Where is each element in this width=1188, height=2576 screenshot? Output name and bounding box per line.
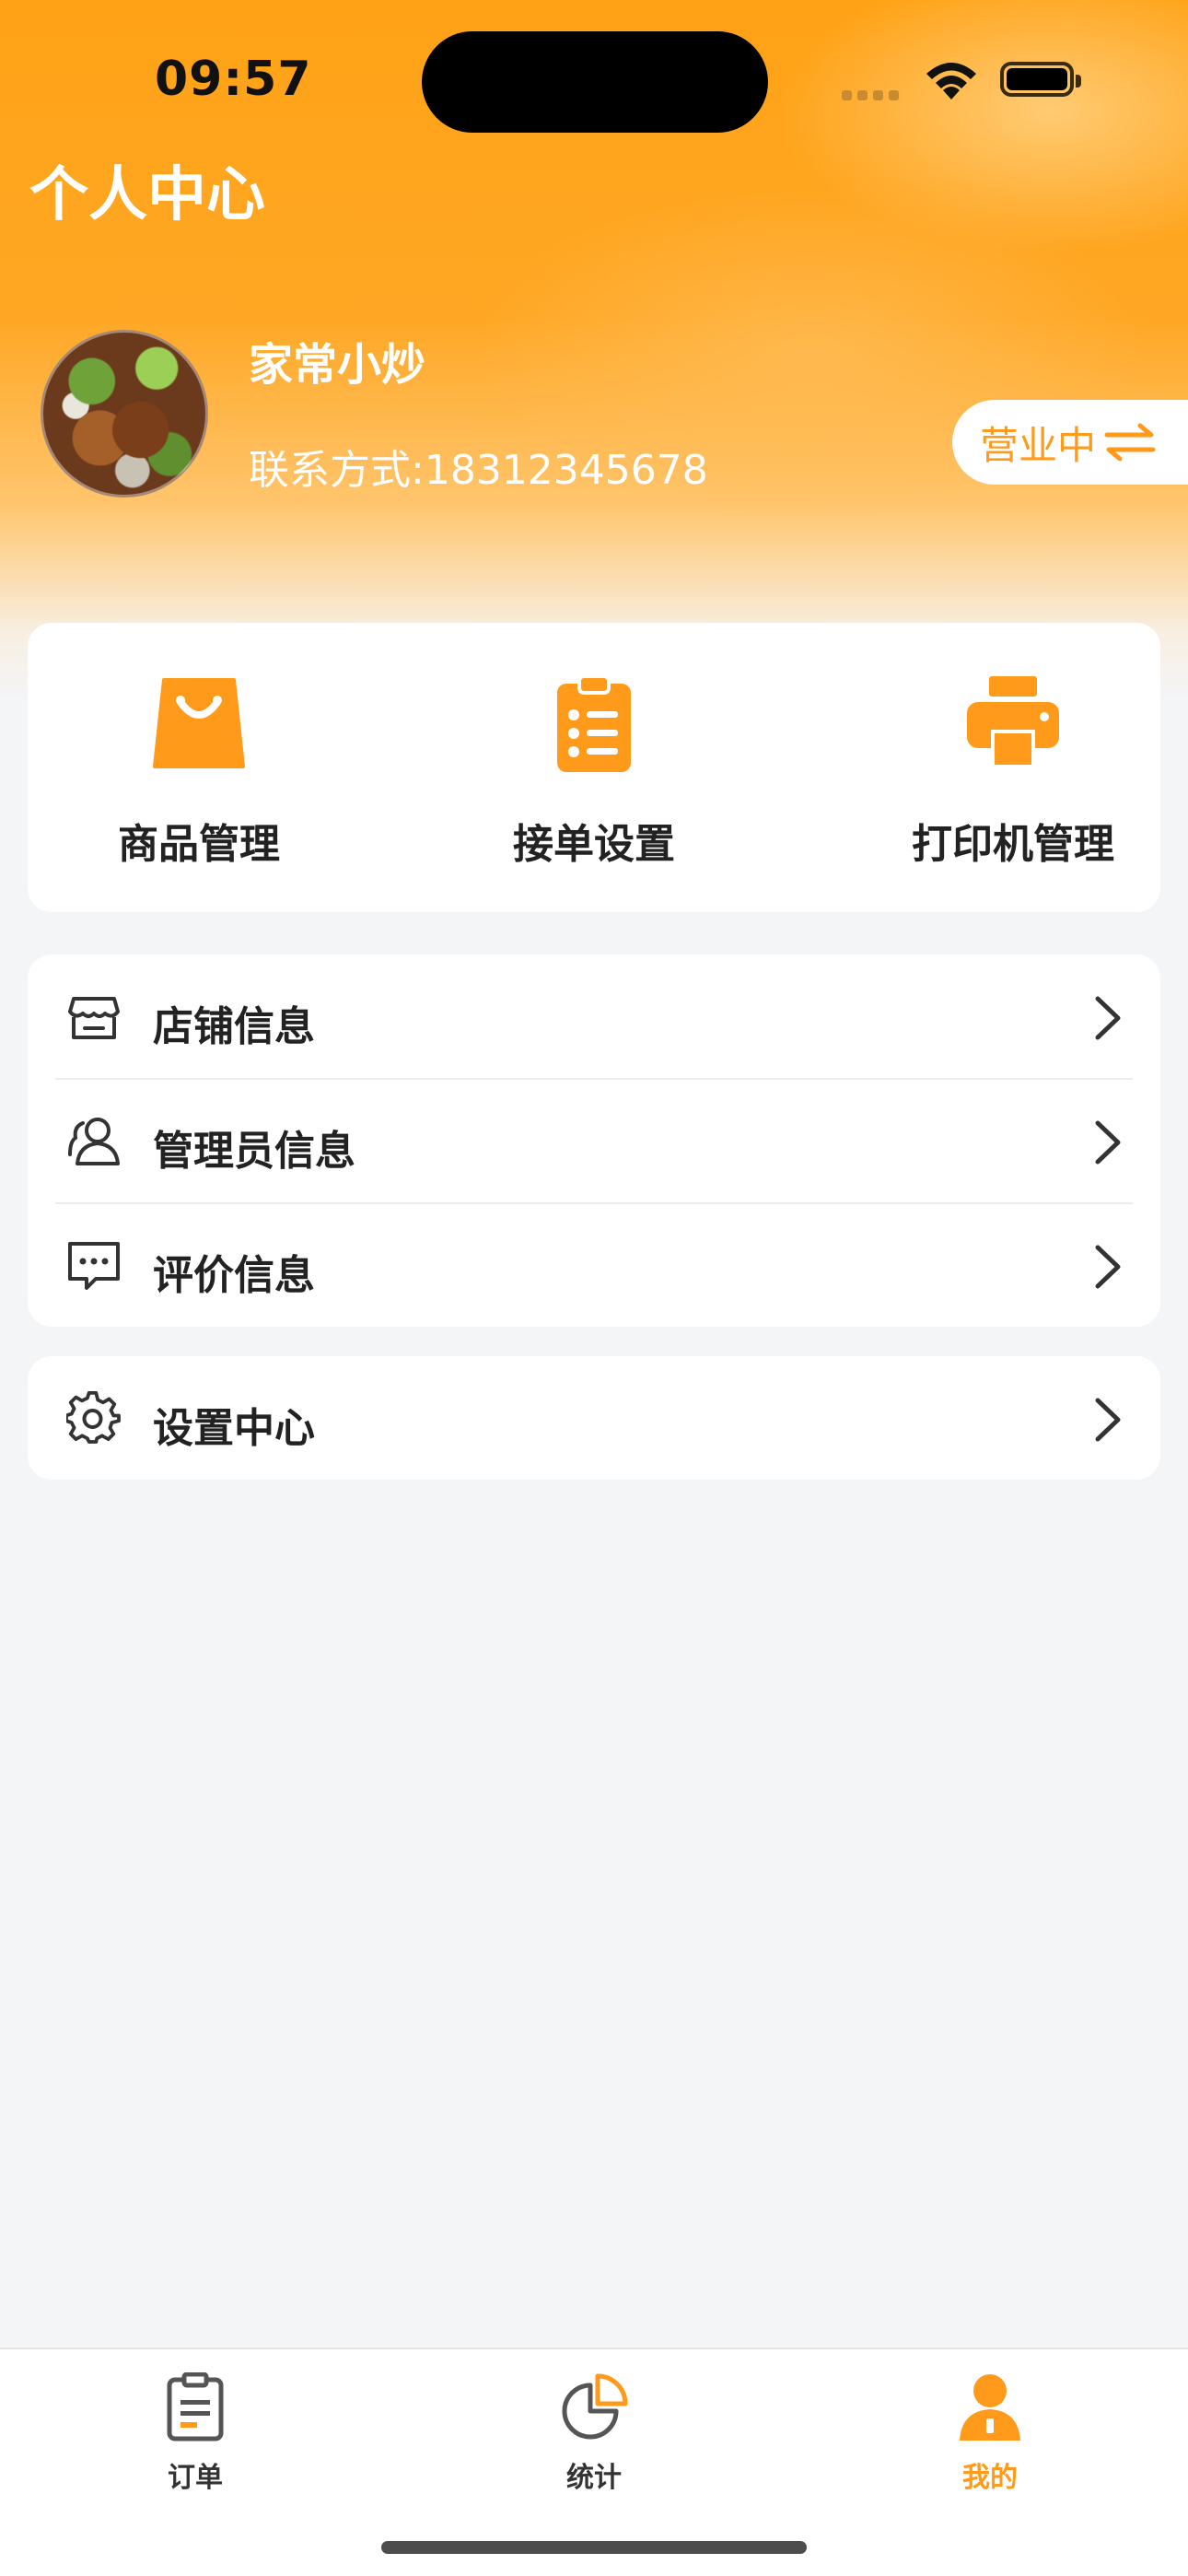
menu-item-admin-info[interactable]: 管理员信息	[28, 1079, 1160, 1202]
wifi-icon	[923, 59, 980, 107]
quick-action-label: 打印机管理	[912, 821, 1114, 868]
status-time: 09:57	[155, 52, 312, 107]
quick-action-label: 商品管理	[118, 821, 280, 868]
store-icon	[68, 997, 120, 1039]
cellular-signal-icon	[842, 87, 904, 104]
business-status-label: 营业中	[980, 422, 1097, 468]
menu-item-settings-center[interactable]: 设置中心	[28, 1356, 1160, 1480]
battery-icon	[1000, 62, 1081, 97]
tab-orders[interactable]: 订单	[122, 2370, 269, 2495]
tab-label: 我的	[962, 2462, 1018, 2494]
menu-item-label: 店铺信息	[153, 1003, 315, 1050]
menu-list-card: 店铺信息 管理员信息 评价信息	[28, 954, 1160, 1327]
quick-action-order-settings[interactable]: 接单设置	[447, 674, 741, 870]
shop-contact: 联系方式:18312345678	[249, 447, 708, 494]
settings-card: 设置中心	[28, 1356, 1160, 1480]
menu-item-label: 设置中心	[153, 1405, 315, 1452]
order-clipboard-icon	[167, 2372, 224, 2441]
tab-label: 订单	[168, 2462, 223, 2494]
menu-item-label: 管理员信息	[153, 1128, 355, 1175]
printer-icon	[967, 676, 1059, 768]
quick-action-product-management[interactable]: 商品管理	[52, 674, 346, 870]
person-icon	[960, 2374, 1020, 2441]
quick-action-label: 接单设置	[513, 821, 675, 868]
clipboard-list-icon	[557, 674, 631, 772]
tab-statistics[interactable]: 统计	[520, 2370, 668, 2495]
page-title: 个人中心	[29, 161, 265, 229]
message-icon	[68, 1242, 120, 1290]
menu-item-label: 评价信息	[153, 1252, 315, 1299]
pie-chart-icon	[562, 2373, 628, 2440]
quick-action-printer-management[interactable]: 打印机管理	[866, 674, 1160, 870]
menu-item-review-info[interactable]: 评价信息	[28, 1203, 1160, 1327]
menu-item-store-info[interactable]: 店铺信息	[28, 954, 1160, 1078]
tab-label: 统计	[566, 2462, 622, 2494]
home-indicator	[381, 2541, 807, 2554]
switch-arrows-icon	[1104, 423, 1156, 462]
chevron-right-icon	[1095, 1398, 1121, 1442]
dynamic-island	[422, 31, 768, 133]
users-icon	[68, 1118, 120, 1165]
shop-name: 家常小炒	[249, 339, 426, 391]
chevron-right-icon	[1095, 996, 1121, 1040]
chevron-right-icon	[1095, 1120, 1121, 1165]
chevron-right-icon	[1095, 1245, 1121, 1289]
shopping-bag-icon	[153, 678, 245, 768]
tab-mine[interactable]: 我的	[916, 2370, 1064, 2495]
business-status-toggle[interactable]: 营业中	[952, 400, 1188, 485]
gear-icon	[66, 1391, 121, 1444]
quick-actions-card: 商品管理 接单设置 打印机管理	[28, 623, 1160, 912]
shop-avatar[interactable]	[41, 330, 208, 498]
